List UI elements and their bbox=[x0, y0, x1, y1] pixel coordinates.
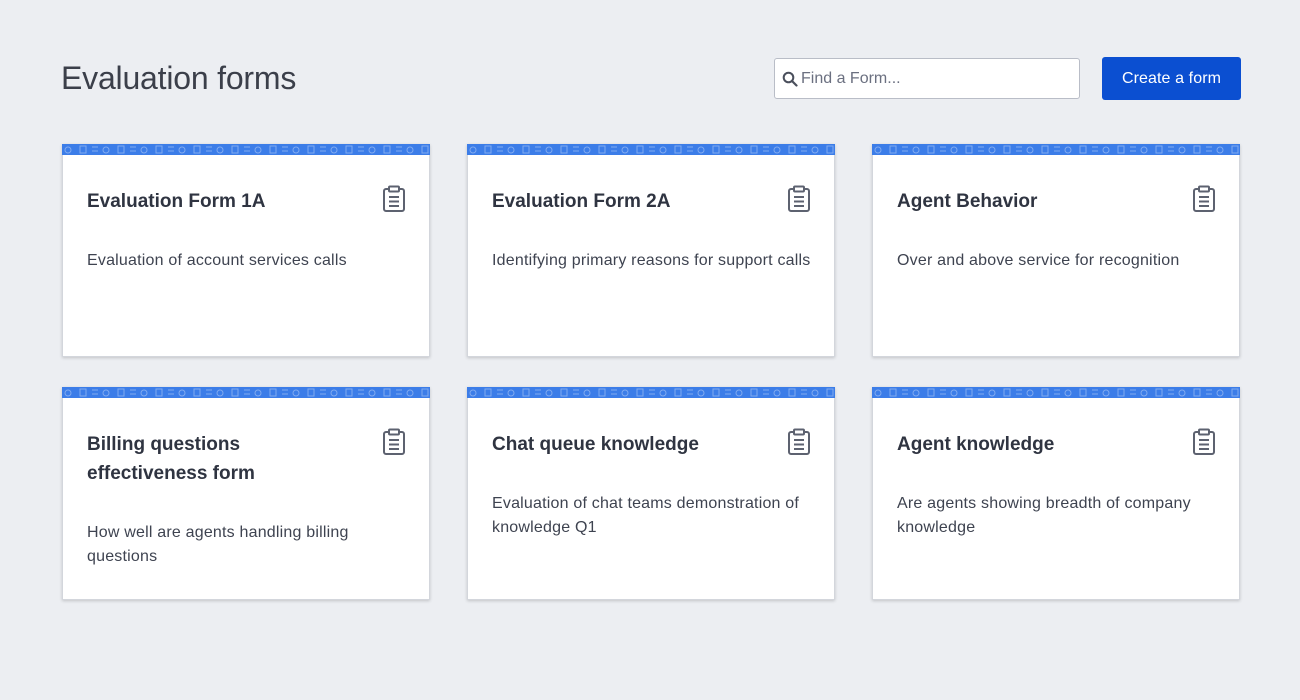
search-box[interactable] bbox=[774, 58, 1080, 99]
search-icon bbox=[781, 70, 799, 88]
form-card[interactable]: Evaluation Form 1A Evaluation of account… bbox=[62, 144, 430, 357]
form-card[interactable]: Agent Behavior Over and above service fo… bbox=[872, 144, 1240, 357]
clipboard-icon[interactable] bbox=[787, 185, 811, 213]
card-banner bbox=[467, 387, 835, 398]
card-banner bbox=[62, 387, 430, 398]
card-banner bbox=[872, 387, 1240, 398]
clipboard-icon[interactable] bbox=[382, 185, 406, 213]
card-description: Are agents showing breadth of company kn… bbox=[897, 495, 1191, 536]
card-title: Agent Behavior bbox=[897, 191, 1038, 212]
card-description: How well are agents handling billing que… bbox=[87, 524, 349, 565]
create-form-button[interactable]: Create a form bbox=[1102, 57, 1241, 100]
form-card[interactable]: Chat queue knowledge Evaluation of chat … bbox=[467, 387, 835, 600]
card-banner bbox=[62, 144, 430, 155]
clipboard-icon[interactable] bbox=[787, 428, 811, 456]
clipboard-icon[interactable] bbox=[1192, 428, 1216, 456]
card-banner bbox=[467, 144, 835, 155]
card-description: Evaluation of chat teams demonstration o… bbox=[492, 495, 800, 536]
card-description: Identifying primary reasons for support … bbox=[492, 252, 811, 269]
card-title: Chat queue knowledge bbox=[492, 434, 699, 455]
form-card[interactable]: Billing questions effectiveness form How… bbox=[62, 387, 430, 600]
card-description: Over and above service for recognition bbox=[897, 252, 1180, 269]
form-card[interactable]: Evaluation Form 2A Identifying primary r… bbox=[467, 144, 835, 357]
card-title: Agent knowledge bbox=[897, 434, 1055, 455]
card-title: Billing questions effectiveness form bbox=[87, 434, 255, 484]
clipboard-icon[interactable] bbox=[1192, 185, 1216, 213]
clipboard-icon[interactable] bbox=[382, 428, 406, 456]
card-title: Evaluation Form 1A bbox=[87, 191, 266, 212]
page-title: Evaluation forms bbox=[61, 60, 297, 96]
card-banner bbox=[872, 144, 1240, 155]
form-card[interactable]: Agent knowledge Are agents showing bread… bbox=[872, 387, 1240, 600]
card-title: Evaluation Form 2A bbox=[492, 191, 671, 212]
card-description: Evaluation of account services calls bbox=[87, 252, 347, 269]
search-input[interactable] bbox=[799, 60, 1071, 97]
forms-grid: Evaluation Form 1A Evaluation of account… bbox=[62, 144, 1240, 600]
